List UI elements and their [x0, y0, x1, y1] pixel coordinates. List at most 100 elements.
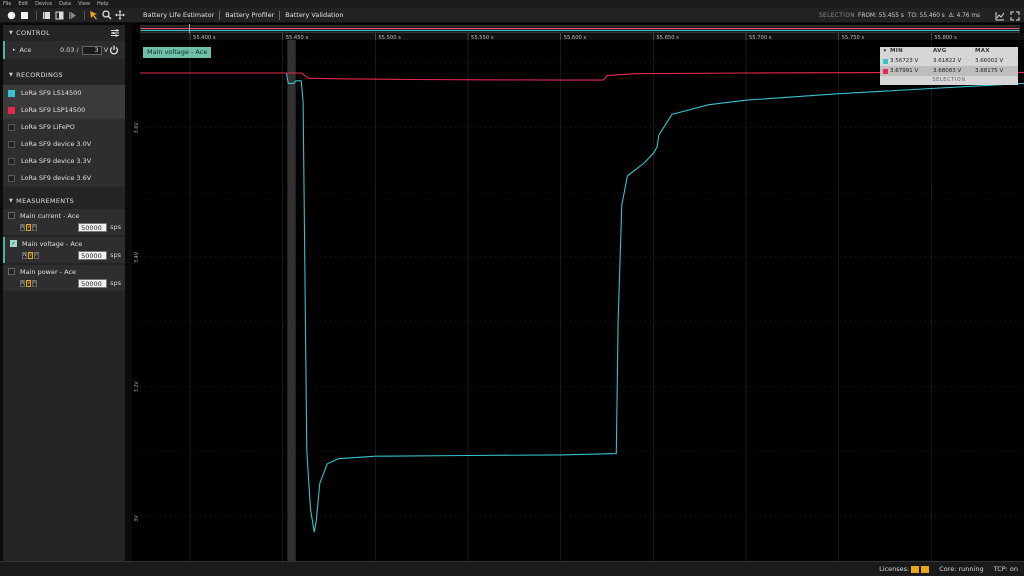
recording-label: LoRa SF9 LS14500 — [21, 89, 82, 98]
voltage-setpoint-input[interactable]: 3 — [81, 45, 102, 55]
stop-button[interactable] — [19, 10, 29, 20]
play-icon — [68, 11, 76, 19]
line-chart-icon — [995, 11, 1004, 20]
recording-item[interactable]: LoRa SF9 device 3.6V — [3, 170, 125, 187]
stats-row: 3.67991 V 3.68083 V 3.68175 V — [880, 66, 1018, 76]
menu-edit[interactable]: Edit — [18, 0, 28, 8]
recordings-section-header[interactable]: ▼ RECORDINGS — [3, 67, 125, 83]
recording-color-swatch[interactable] — [8, 123, 15, 131]
stats-header-min: MIN — [890, 48, 904, 54]
control-header-label: CONTROL — [16, 29, 50, 37]
recording-item[interactable]: LoRa SF9 LSP14500 — [3, 102, 125, 119]
recordings-list: LoRa SF9 LS14500 LoRa SF9 LSP14500 LoRa SF… — [3, 85, 125, 187]
recording-label: LoRa SF9 LiFePO — [21, 123, 75, 132]
nvp-toggles: NVP — [20, 223, 38, 231]
menu-view[interactable]: View — [78, 0, 90, 8]
toggle-p[interactable]: P — [32, 279, 37, 287]
chart-panel[interactable]: 55.400 s 55.450 s 55.500 s 55.550 s 55.600 s… — [132, 23, 1024, 561]
expand-caret-icon[interactable]: ▸ — [13, 47, 16, 53]
toggle-p[interactable]: P — [32, 223, 37, 231]
play-button[interactable] — [67, 10, 77, 20]
collapse-caret-icon: ▼ — [9, 30, 14, 36]
toggle-n[interactable]: N — [20, 279, 25, 287]
measurements-section-header[interactable]: ▼ MEASUREMENTS — [3, 193, 125, 209]
record-icon — [7, 11, 15, 19]
status-bar: Licenses: Core: running TCP: on — [0, 561, 1024, 576]
toolbar: Battery Life Estimator Battery Profiler … — [0, 8, 1024, 23]
tab-battery-life-estimator[interactable]: Battery Life Estimator — [138, 10, 221, 20]
measurement-label: Main voltage - Ace — [22, 239, 83, 248]
sample-rate-select[interactable]: 50000 ▾ — [78, 278, 108, 296]
sliders-icon[interactable] — [111, 29, 119, 37]
toggle-p[interactable]: P — [34, 251, 39, 259]
selection-from: FROM: 55.455 s — [857, 12, 904, 19]
stats-avg-value: 3.61822 V — [933, 58, 962, 64]
toggle-v[interactable]: V — [26, 279, 31, 287]
measurement-checkbox[interactable] — [8, 212, 15, 219]
toggle-v[interactable]: V — [26, 223, 31, 231]
recording-label: LoRa SF9 device 3.0V — [21, 140, 92, 149]
license-badge-icon — [921, 565, 930, 573]
tab-battery-validation[interactable]: Battery Validation — [280, 11, 348, 20]
sample-rate-unit: sps — [110, 223, 121, 231]
sidebar: ▼ CONTROL ▸ Ace 0.03 / 3 V ▼ RECORDINGS … — [3, 25, 125, 561]
voltage-unit: V — [103, 46, 109, 54]
pause-button[interactable] — [54, 10, 64, 20]
selection-to: TO: 55.460 s — [907, 12, 945, 19]
recording-color-swatch[interactable] — [8, 106, 15, 114]
power-icon[interactable] — [109, 45, 119, 55]
measurement-item: ✓ Main voltage - Ace NVP 50000 ▾sps — [3, 236, 125, 268]
record-button[interactable] — [6, 10, 16, 20]
recording-label: LoRa SF9 device 3.3V — [21, 157, 92, 166]
measurement-checkbox[interactable] — [8, 268, 15, 275]
recording-item[interactable]: LoRa SF9 device 3.0V — [3, 136, 125, 153]
toggle-n[interactable]: N — [20, 223, 25, 231]
recording-item[interactable]: LoRa SF9 LiFePO — [3, 119, 125, 136]
measurement-label: Main current - Ace — [20, 211, 80, 220]
tab-battery-profiler[interactable]: Battery Profiler — [220, 10, 281, 20]
x-tick-label: 55.800 s — [934, 35, 957, 41]
toolbar-divider — [84, 10, 85, 20]
magnifier-icon — [102, 10, 112, 20]
recording-color-swatch[interactable] — [8, 174, 15, 182]
stats-row: 3.56723 V 3.61822 V 3.66002 V — [880, 56, 1018, 66]
measurement-item: Main current - Ace NVP 50000 ▾sps — [3, 208, 125, 240]
voltage-plot[interactable]: 55.400 s 55.450 s 55.500 s 55.550 s 55.600 s… — [132, 23, 1024, 561]
select-tool-button[interactable] — [89, 10, 99, 20]
recording-color-swatch[interactable] — [8, 157, 15, 165]
x-tick-label: 55.550 s — [471, 35, 494, 41]
stats-avg-value: 3.68083 V — [933, 68, 962, 74]
recording-color-swatch[interactable] — [8, 140, 15, 148]
sample-rate-select[interactable]: 50000 ▾ — [78, 250, 108, 268]
recording-color-swatch[interactable] — [8, 89, 15, 97]
stats-max-value: 3.66002 V — [975, 58, 1004, 64]
skip-start-button[interactable] — [41, 10, 51, 20]
chart-view-button[interactable] — [994, 10, 1005, 21]
control-section-header[interactable]: ▼ CONTROL — [3, 25, 125, 41]
menu-device[interactable]: Device — [35, 0, 52, 8]
toggle-n[interactable]: N — [22, 251, 27, 259]
licenses-indicator[interactable]: Licenses: — [879, 565, 930, 573]
measurement-label: Main power - Ace — [20, 267, 77, 276]
selection-info: SELECTION FROM: 55.455 s TO: 55.460 s Δ:… — [819, 8, 984, 23]
y-tick-label: 3.4V — [134, 251, 140, 263]
selection-stats-panel: ▾ MIN AVG MAX 3.56723 V 3.61822 V 3.6600… — [880, 47, 1018, 85]
stats-header: ▾ MIN AVG MAX — [880, 47, 1018, 56]
chevron-down-icon: ▾ — [81, 289, 84, 296]
stats-menu-caret-icon[interactable]: ▾ — [880, 47, 890, 56]
sample-rate-select[interactable]: 50000 ▾ — [78, 222, 108, 240]
recording-item[interactable]: LoRa SF9 device 3.3V — [3, 153, 125, 170]
toggle-v[interactable]: V — [28, 251, 33, 259]
recording-item[interactable]: LoRa SF9 LS14500 — [3, 85, 125, 102]
measurement-checkbox[interactable]: ✓ — [10, 240, 17, 247]
skip-start-icon — [42, 11, 50, 19]
menu-data[interactable]: Data — [59, 0, 71, 8]
menu-file[interactable]: File — [3, 0, 11, 8]
x-tick-label: 55.600 s — [564, 35, 587, 41]
fullscreen-icon — [1010, 11, 1019, 20]
fullscreen-button[interactable] — [1009, 10, 1020, 21]
zoom-tool-button[interactable] — [102, 10, 112, 20]
measured-voltage: 0.03 — [60, 46, 75, 54]
pan-tool-button[interactable] — [115, 10, 125, 20]
menu-help[interactable]: Help — [97, 0, 108, 8]
